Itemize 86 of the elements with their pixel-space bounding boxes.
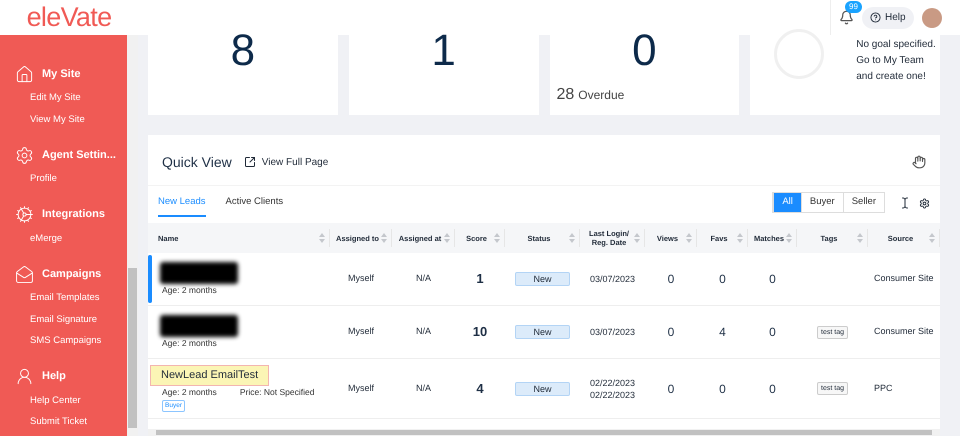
sort-icon[interactable] bbox=[569, 233, 575, 243]
lead-source: Consumer Site bbox=[874, 272, 934, 286]
sort-icon[interactable] bbox=[737, 233, 743, 243]
assigned-at: N/A bbox=[416, 272, 431, 286]
sidebar-item[interactable]: Profile bbox=[0, 168, 127, 190]
sort-icon[interactable] bbox=[686, 233, 692, 243]
login-date: 03/07/2023 bbox=[590, 273, 636, 285]
lead-age: Age: 2 months bbox=[162, 386, 217, 398]
lead-row[interactable]: Age: 2 months Myself N/A 1 New 03/07/2023 0 0 0 Consumer Site bbox=[148, 253, 940, 306]
sort-icon[interactable] bbox=[444, 233, 450, 243]
sidebar-section[interactable]: Campaigns bbox=[42, 266, 102, 282]
assigned-to: Myself bbox=[348, 272, 374, 286]
lead-name[interactable]: NewLead EmailTest bbox=[150, 365, 270, 386]
sort-icon[interactable] bbox=[494, 233, 500, 243]
status-tag: New bbox=[515, 272, 570, 286]
stat-value: 8 bbox=[230, 29, 256, 73]
matches-count: 0 bbox=[769, 271, 776, 288]
sort-icon[interactable] bbox=[634, 233, 640, 243]
envelope-icon bbox=[15, 264, 34, 284]
sidebar-item[interactable]: Edit My Site bbox=[0, 87, 127, 108]
goal-message: No goal specified. Go to My Team and create one! bbox=[855, 38, 937, 84]
help-icon bbox=[870, 12, 881, 23]
lead-age: Age: 2 months bbox=[162, 284, 217, 296]
assigned-to: Myself bbox=[348, 325, 374, 338]
hand-icon[interactable] bbox=[912, 155, 926, 169]
sidebar-section[interactable]: Help bbox=[42, 368, 66, 385]
tab[interactable]: New Leads bbox=[158, 194, 206, 217]
sidebar-item[interactable]: Email Signature bbox=[0, 308, 127, 330]
sort-icon[interactable] bbox=[786, 233, 792, 243]
bell-icon[interactable] bbox=[839, 10, 854, 25]
stat-value: 0 bbox=[632, 29, 657, 73]
favs-count: 0 bbox=[719, 380, 726, 398]
assigned-at: N/A bbox=[416, 382, 431, 395]
lead-source: PPC bbox=[874, 382, 893, 395]
views-count: 0 bbox=[668, 324, 674, 341]
views-count: 0 bbox=[668, 380, 674, 398]
login-date: 03/07/2023 bbox=[590, 326, 636, 338]
favs-count: 0 bbox=[719, 271, 726, 288]
help-button[interactable]: Help bbox=[862, 6, 914, 28]
login-date: 02/22/2023 bbox=[590, 388, 636, 400]
sidebar-item[interactable]: SMS Campaigns bbox=[0, 330, 127, 352]
external-link-icon bbox=[244, 156, 256, 168]
sidebar-section[interactable]: Agent Settin... bbox=[42, 146, 116, 164]
panel-title: Quick View bbox=[162, 152, 232, 172]
status-tag: New bbox=[515, 382, 570, 396]
filter-button[interactable]: All bbox=[773, 193, 801, 212]
avatar[interactable] bbox=[922, 8, 942, 28]
login-date: 02/22/2023 bbox=[590, 376, 636, 388]
lead-score: 1 bbox=[476, 270, 484, 288]
horizontal-scrollbar-thumb[interactable] bbox=[156, 430, 932, 435]
overdue-count: 28 bbox=[556, 85, 574, 105]
scrollbar-thumb[interactable] bbox=[128, 268, 137, 428]
brand-logo[interactable]: eleVate bbox=[26, 4, 112, 31]
sidebar-section[interactable]: My Site bbox=[42, 66, 81, 82]
matches-count: 0 bbox=[769, 324, 776, 341]
notification-badge: 99 bbox=[845, 1, 862, 13]
text-cursor-icon[interactable] bbox=[899, 197, 911, 209]
sidebar-item[interactable]: Submit Ticket bbox=[0, 411, 127, 432]
sidebar-section[interactable]: Integrations bbox=[42, 206, 105, 223]
assigned-to: Myself bbox=[348, 382, 374, 395]
views-count: 0 bbox=[668, 271, 674, 288]
lead-score: 10 bbox=[472, 323, 488, 342]
status-tag: New bbox=[515, 325, 570, 339]
lead-age: Age: 2 months bbox=[162, 336, 217, 350]
overdue-label: Overdue bbox=[578, 87, 624, 104]
sort-icon[interactable] bbox=[857, 233, 863, 243]
lead-price: Price: Not Specified bbox=[240, 386, 314, 398]
lead-source: Consumer Site bbox=[874, 325, 934, 338]
settings-icon[interactable] bbox=[919, 198, 930, 209]
sidebar-item[interactable]: View My Site bbox=[0, 108, 127, 130]
house-icon bbox=[15, 64, 34, 84]
gear-icon bbox=[15, 146, 34, 164]
sidebar-item[interactable]: Help Center bbox=[0, 390, 127, 411]
lead-score: 4 bbox=[476, 380, 484, 398]
view-full-page-link[interactable]: View Full Page bbox=[262, 154, 328, 170]
person-icon bbox=[15, 367, 34, 386]
favs-count: 4 bbox=[719, 324, 726, 341]
matches-count: 0 bbox=[769, 380, 776, 398]
sidebar-item[interactable]: eMerge bbox=[0, 228, 127, 249]
tab[interactable]: Active Clients bbox=[226, 194, 284, 217]
sort-icon[interactable] bbox=[319, 233, 325, 243]
stat-value: 1 bbox=[431, 29, 456, 73]
assigned-at: N/A bbox=[416, 325, 431, 338]
sidebar-item[interactable]: Email Templates bbox=[0, 287, 127, 308]
sort-icon[interactable] bbox=[929, 233, 935, 243]
sort-icon[interactable] bbox=[381, 233, 387, 243]
